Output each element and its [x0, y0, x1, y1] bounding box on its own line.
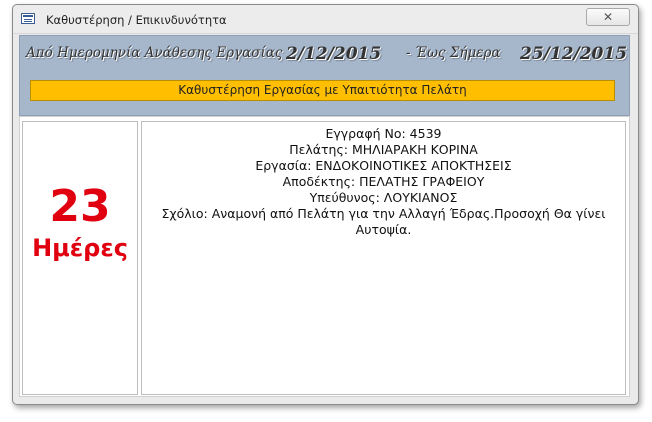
- date-range-header: Από Ημερομηνία Ανάθεσης Εργασίας 2/12/20…: [19, 35, 630, 116]
- window-title: Καθυστέρηση / Επικινδυνότητα: [46, 13, 227, 27]
- record-client: Πελάτης: ΜΗΛΙΑΡΑΚΗ ΚΟΡΙΝΑ: [289, 142, 478, 157]
- record-task: Εργασία: ΕΝΔΟΚΟΙΝΟΤΙΚΕΣ ΑΠΟΚΤΗΣΕΙΣ: [255, 158, 512, 173]
- to-date-label: - Έως Σήμερα: [406, 45, 501, 61]
- close-button[interactable]: ✕: [586, 8, 630, 26]
- form-icon: [21, 13, 35, 24]
- record-responsible: Υπεύθυνος: ΛΟΥΚΙΑΝΟΣ: [309, 190, 458, 205]
- record-details-panel: Εγγραφή Νο: 4539 Πελάτης: ΜΗΛΙΑΡΑΚΗ ΚΟΡΙ…: [141, 121, 626, 395]
- dialog-window: Καθυστέρηση / Επικινδυνότητα ✕ Από Ημερο…: [12, 4, 639, 405]
- delay-reason-banner: Καθυστέρηση Εργασίας με Υπαιτιότητα Πελά…: [30, 80, 615, 101]
- from-date-value: 2/12/2015: [286, 44, 382, 64]
- close-icon: ✕: [602, 10, 614, 24]
- to-date-value: 25/12/2015: [520, 44, 628, 64]
- title-bar[interactable]: Καθυστέρηση / Επικινδυνότητα ✕: [13, 5, 638, 34]
- content-area: 23 Ημέρες Εγγραφή Νο: 4539 Πελάτης: ΜΗΛΙ…: [19, 116, 630, 397]
- delay-days-count: 23: [49, 181, 111, 232]
- from-date-label: Από Ημερομηνία Ανάθεσης Εργασίας: [26, 45, 283, 61]
- record-entry-number: Εγγραφή Νο: 4539: [325, 126, 442, 141]
- record-recipient: Αποδέκτης: ΠΕΛΑΤΗΣ ΓΡΑΦΕΙΟΥ: [282, 174, 485, 189]
- delay-days-panel: 23 Ημέρες: [22, 121, 138, 395]
- record-comment: Σχόλιο: Αναμονή από Πελάτη για την Αλλαγ…: [161, 206, 606, 237]
- delay-days-unit: Ημέρες: [32, 234, 128, 262]
